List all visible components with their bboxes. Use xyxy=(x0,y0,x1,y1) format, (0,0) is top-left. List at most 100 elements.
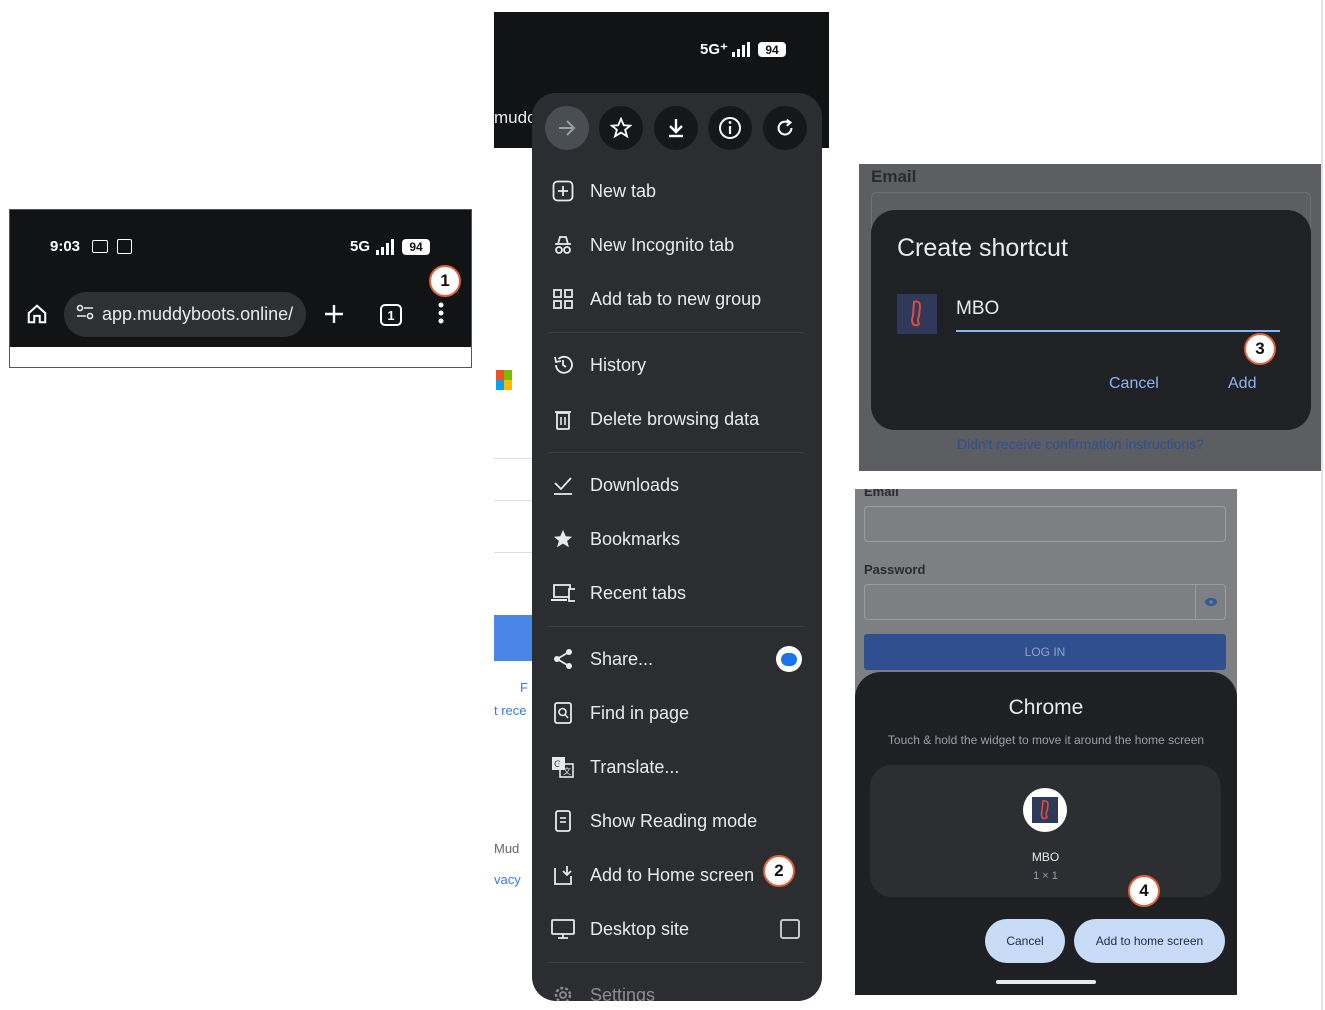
partial-text: t rece xyxy=(494,703,527,718)
tab-switcher-icon[interactable]: 1 xyxy=(380,304,402,326)
partial-text: vacy xyxy=(494,872,521,887)
divider xyxy=(494,552,534,553)
show-password-button[interactable] xyxy=(1195,584,1226,620)
menu-item-label: Delete browsing data xyxy=(590,408,760,429)
desktop-site-checkbox[interactable] xyxy=(780,919,800,939)
menu-item-label: Share... xyxy=(590,648,654,669)
divider xyxy=(494,458,534,459)
add-to-home-screen-button[interactable]: Add to home screen xyxy=(1074,919,1225,963)
menu-item-label: History xyxy=(590,354,647,375)
messages-app-icon xyxy=(776,646,802,672)
menu-divider xyxy=(548,332,804,333)
boot-logo-icon xyxy=(897,294,937,334)
site-settings-icon[interactable] xyxy=(76,304,94,325)
partial-url: mudc xyxy=(494,108,536,127)
menu-item-label: Show Reading mode xyxy=(590,810,758,831)
add-widget-sheet: Chrome Touch & hold the widget to move i… xyxy=(855,672,1237,995)
menu-item-history[interactable]: History xyxy=(532,338,822,392)
create-shortcut-panel: Email Didn't receive confirmation instru… xyxy=(859,164,1323,471)
email-label: Email xyxy=(864,489,899,499)
calendar-icon xyxy=(117,239,132,254)
password-label: Password xyxy=(864,562,926,577)
partial-button xyxy=(494,615,534,661)
status-time: 9:03 xyxy=(50,238,81,255)
cancel-button[interactable]: Cancel xyxy=(985,919,1065,963)
address-bar[interactable]: app.muddyboots.online/ xyxy=(64,292,306,337)
partial-text: Mud xyxy=(494,841,520,856)
tab-group-icon xyxy=(551,287,575,311)
toolbar-dark-area: 9:03 5G 94 app.muddyboots.online/ 1 xyxy=(10,210,471,347)
signal-icon xyxy=(732,42,752,62)
menu-item-new-tab[interactable]: New tab xyxy=(532,164,822,218)
email-field[interactable] xyxy=(864,506,1226,542)
widget-name: MBO xyxy=(1031,850,1060,864)
menu-item-downloads[interactable]: Downloads xyxy=(532,458,822,512)
menu-item-label: New tab xyxy=(590,180,657,201)
menu-item-add-tab-to-group[interactable]: Add tab to new group xyxy=(532,272,822,326)
boot-logo-icon xyxy=(1023,788,1067,832)
bookmark-button[interactable] xyxy=(599,106,643,150)
trash-icon xyxy=(551,407,575,431)
gear-icon xyxy=(551,983,575,1001)
signal-icon xyxy=(376,239,396,260)
forward-arrow-icon xyxy=(559,120,576,136)
menu-item-label: Translate... xyxy=(590,756,680,777)
menu-divider xyxy=(548,962,804,963)
devices-icon xyxy=(551,581,575,605)
more-options-icon[interactable] xyxy=(438,302,444,324)
widget-hint: Touch & hold the widget to move it aroun… xyxy=(887,733,1205,747)
menu-item-bookmarks[interactable]: Bookmarks xyxy=(532,512,822,566)
menu-item-show-reading-mode[interactable]: Show Reading mode xyxy=(532,794,822,848)
menu-item-new-incognito-tab[interactable]: New Incognito tab xyxy=(532,218,822,272)
step-badge-2: 2 xyxy=(763,855,795,887)
menu-item-settings[interactable]: Settings xyxy=(532,968,822,1001)
add-home-icon xyxy=(551,863,575,887)
reload-icon xyxy=(777,118,793,136)
menu-item-label: Recent tabs xyxy=(590,582,687,603)
reload-button[interactable] xyxy=(763,106,807,150)
menu-item-desktop-site[interactable]: Desktop site xyxy=(532,902,822,956)
cancel-button[interactable]: Cancel xyxy=(1109,375,1159,393)
eye-icon xyxy=(1204,598,1217,606)
gmail-icon xyxy=(92,240,108,253)
desktop-icon xyxy=(551,917,575,941)
download-button[interactable] xyxy=(654,106,698,150)
page-info-button[interactable] xyxy=(708,106,752,150)
menu-divider xyxy=(548,626,804,627)
add-widget-panel: Email Password LOG IN Chrome Touch & hol… xyxy=(855,489,1237,995)
new-tab-icon[interactable] xyxy=(323,303,345,325)
battery-icon: 94 xyxy=(758,42,786,57)
step-badge-1: 1 xyxy=(429,265,461,297)
shortcut-name-input[interactable]: MBO xyxy=(956,298,999,320)
input-underline xyxy=(956,330,1280,332)
confirmation-link[interactable]: Didn't receive confirmation instructions… xyxy=(957,436,1204,452)
download-check-icon xyxy=(551,473,575,497)
email-label: Email xyxy=(871,167,917,186)
menu-item-share[interactable]: Share... xyxy=(532,632,822,686)
menu-item-delete-browsing-data[interactable]: Delete browsing data xyxy=(532,392,822,446)
partial-text: F xyxy=(520,680,528,695)
battery-icon: 94 xyxy=(402,239,430,255)
login-button[interactable]: LOG IN xyxy=(864,634,1226,670)
menu-item-label: Settings xyxy=(590,984,656,1002)
dialog-title: Create shortcut xyxy=(897,234,1068,262)
menu-item-label: Find in page xyxy=(590,702,690,723)
menu-item-translate[interactable]: G文 Translate... xyxy=(532,740,822,794)
menu-item-label: New Incognito tab xyxy=(590,234,735,255)
history-icon xyxy=(551,353,575,377)
widget-preview[interactable]: MBO 1 × 1 xyxy=(870,765,1221,897)
step-badge-3: 3 xyxy=(1244,333,1276,365)
underlying-page: F t rece Mud vacy xyxy=(494,148,534,1010)
home-icon[interactable] xyxy=(26,303,48,325)
add-button[interactable]: Add xyxy=(1228,375,1256,393)
network-label: 5G⁺ xyxy=(700,41,728,58)
menu-item-recent-tabs[interactable]: Recent tabs xyxy=(532,566,822,620)
create-shortcut-dialog: Create shortcut MBO Cancel Add xyxy=(871,210,1311,430)
microsoft-logo-icon xyxy=(496,370,512,390)
forward-button[interactable] xyxy=(545,106,589,150)
svg-text:文: 文 xyxy=(563,766,571,776)
reading-mode-icon xyxy=(551,809,575,833)
menu-item-find-in-page[interactable]: Find in page xyxy=(532,686,822,740)
password-field[interactable] xyxy=(864,584,1196,620)
sheet-title: Chrome xyxy=(1008,696,1084,719)
